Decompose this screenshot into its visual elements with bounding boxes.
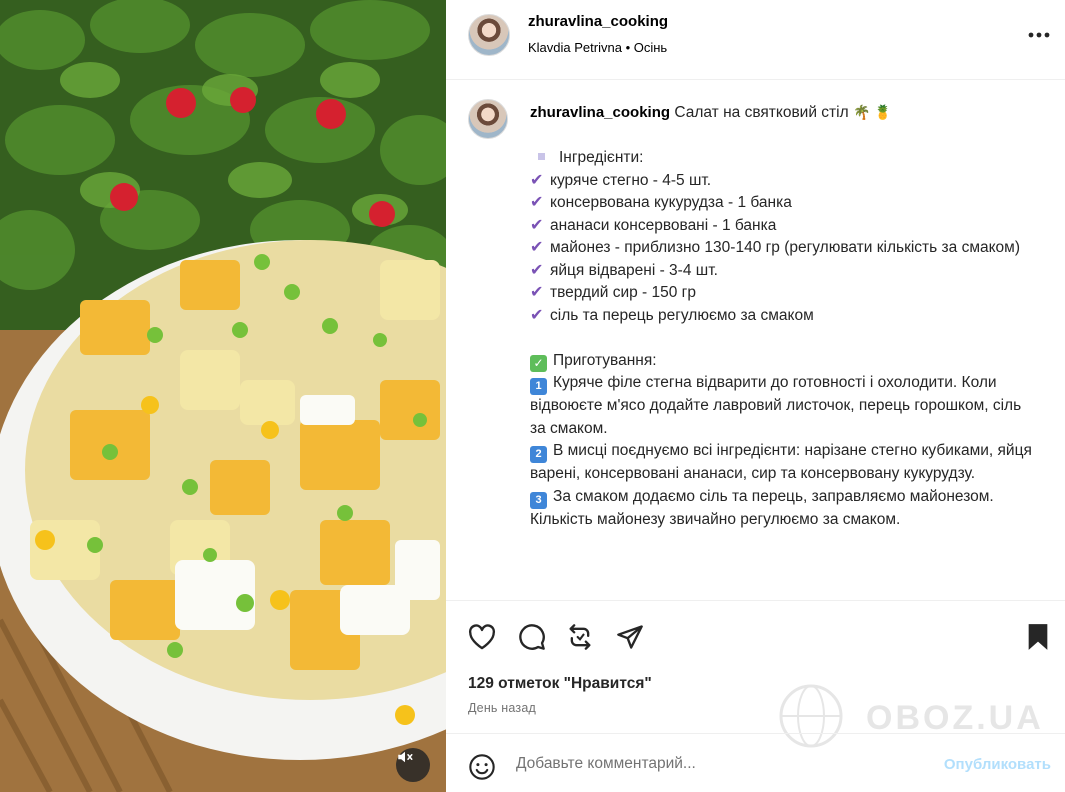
heart-icon (468, 624, 496, 650)
repost-button[interactable] (564, 621, 596, 653)
mute-button[interactable] (396, 748, 430, 782)
ingredient-item: сіль та перець регулюємо за смаком (550, 306, 814, 324)
likes-count[interactable]: 129 отметок "Нравится" (468, 675, 652, 693)
ingredient-item: твердий сир - 150 гр (550, 284, 696, 301)
checkmark-icon: ✔ (530, 194, 544, 211)
preparation-step: За смаком додаємо сіль та перець, заправ… (530, 487, 999, 528)
audio-author[interactable]: Klavdia Petrivna (528, 40, 622, 55)
checkmark-icon: ✔ (530, 171, 544, 189)
caption-author-avatar[interactable] (468, 99, 508, 139)
author-username[interactable]: zhuravlina_cooking (528, 13, 668, 30)
checkmark-icon: ✔ (530, 261, 544, 279)
comment-input[interactable] (516, 749, 916, 779)
like-button[interactable] (466, 621, 498, 653)
check-box-icon: ✓ (530, 354, 547, 372)
palm-pineapple-emoji-icon: 🌴 🍍 (852, 104, 892, 120)
post-details-panel: zhuravlina_cooking Klavdia Petrivna • Ос… (446, 0, 1065, 792)
emoji-picker-button[interactable] (466, 751, 498, 783)
salad-photo (0, 0, 446, 792)
keycap-number-icon: 2 (530, 446, 547, 463)
comment-icon (519, 624, 545, 650)
save-button[interactable] (1022, 621, 1054, 653)
keycap-number-icon: 1 (530, 378, 547, 395)
post-caption: zhuravlina_cooking Салат на святковий ст… (530, 101, 1040, 531)
comment-button[interactable] (516, 621, 548, 653)
caption-username[interactable]: zhuravlina_cooking (530, 104, 670, 121)
more-options-button[interactable] (1023, 22, 1055, 48)
post-time[interactable]: День назад (468, 701, 536, 715)
ingredient-item: консервована кукурудза - 1 банка (550, 194, 792, 211)
bookmark-icon (1028, 624, 1048, 650)
ingredient-item: яйця відварені - 3-4 шт. (550, 261, 718, 279)
post-comment-button[interactable]: Опубликовать (944, 756, 1051, 773)
post-actions: OBOZ.UA 129 отметок "Нравится" День наза… (446, 600, 1065, 748)
share-icon (617, 625, 643, 649)
ingredients-heading: Інгредієнти: (559, 149, 644, 166)
keycap-number-icon: 3 (530, 491, 547, 509)
checkmark-icon: ✔ (530, 284, 544, 301)
caption-title: Салат на святковий стіл (674, 104, 849, 121)
share-button[interactable] (614, 621, 646, 653)
subline-separator: • (621, 40, 634, 55)
ingredient-item: ананаси консервовані - 1 банка (550, 216, 777, 234)
post-header: zhuravlina_cooking Klavdia Petrivna • Ос… (446, 0, 1065, 80)
square-bullet-icon (538, 153, 545, 161)
comments-area[interactable]: zhuravlina_cooking Салат на святковий ст… (446, 81, 1065, 599)
ingredient-item: майонез - приблизно 130-140 гр (регулюва… (550, 239, 1020, 256)
repost-icon (569, 624, 591, 650)
preparation-step: В мисці поєднуємо всі інгредієнти: наріз… (530, 442, 1037, 482)
more-dots-icon (1028, 32, 1050, 38)
ingredient-item: куряче стегно - 4-5 шт. (550, 171, 712, 189)
post-media-video[interactable] (0, 0, 446, 792)
checkmark-icon: ✔ (530, 306, 544, 324)
speaker-muted-icon (398, 751, 413, 763)
preparation-step: Куряче філе стегна відварити до готовнос… (530, 374, 1026, 437)
post-subline: Klavdia Petrivna • Осінь (528, 40, 667, 55)
preparation-heading: Приготування: (553, 351, 657, 369)
audio-track[interactable]: Осінь (634, 40, 667, 55)
author-avatar[interactable] (468, 14, 510, 56)
checkmark-icon: ✔ (530, 216, 544, 234)
add-comment-bar: Опубликовать (446, 733, 1065, 792)
checkmark-icon: ✔ (530, 239, 544, 256)
smiley-icon (469, 754, 495, 780)
